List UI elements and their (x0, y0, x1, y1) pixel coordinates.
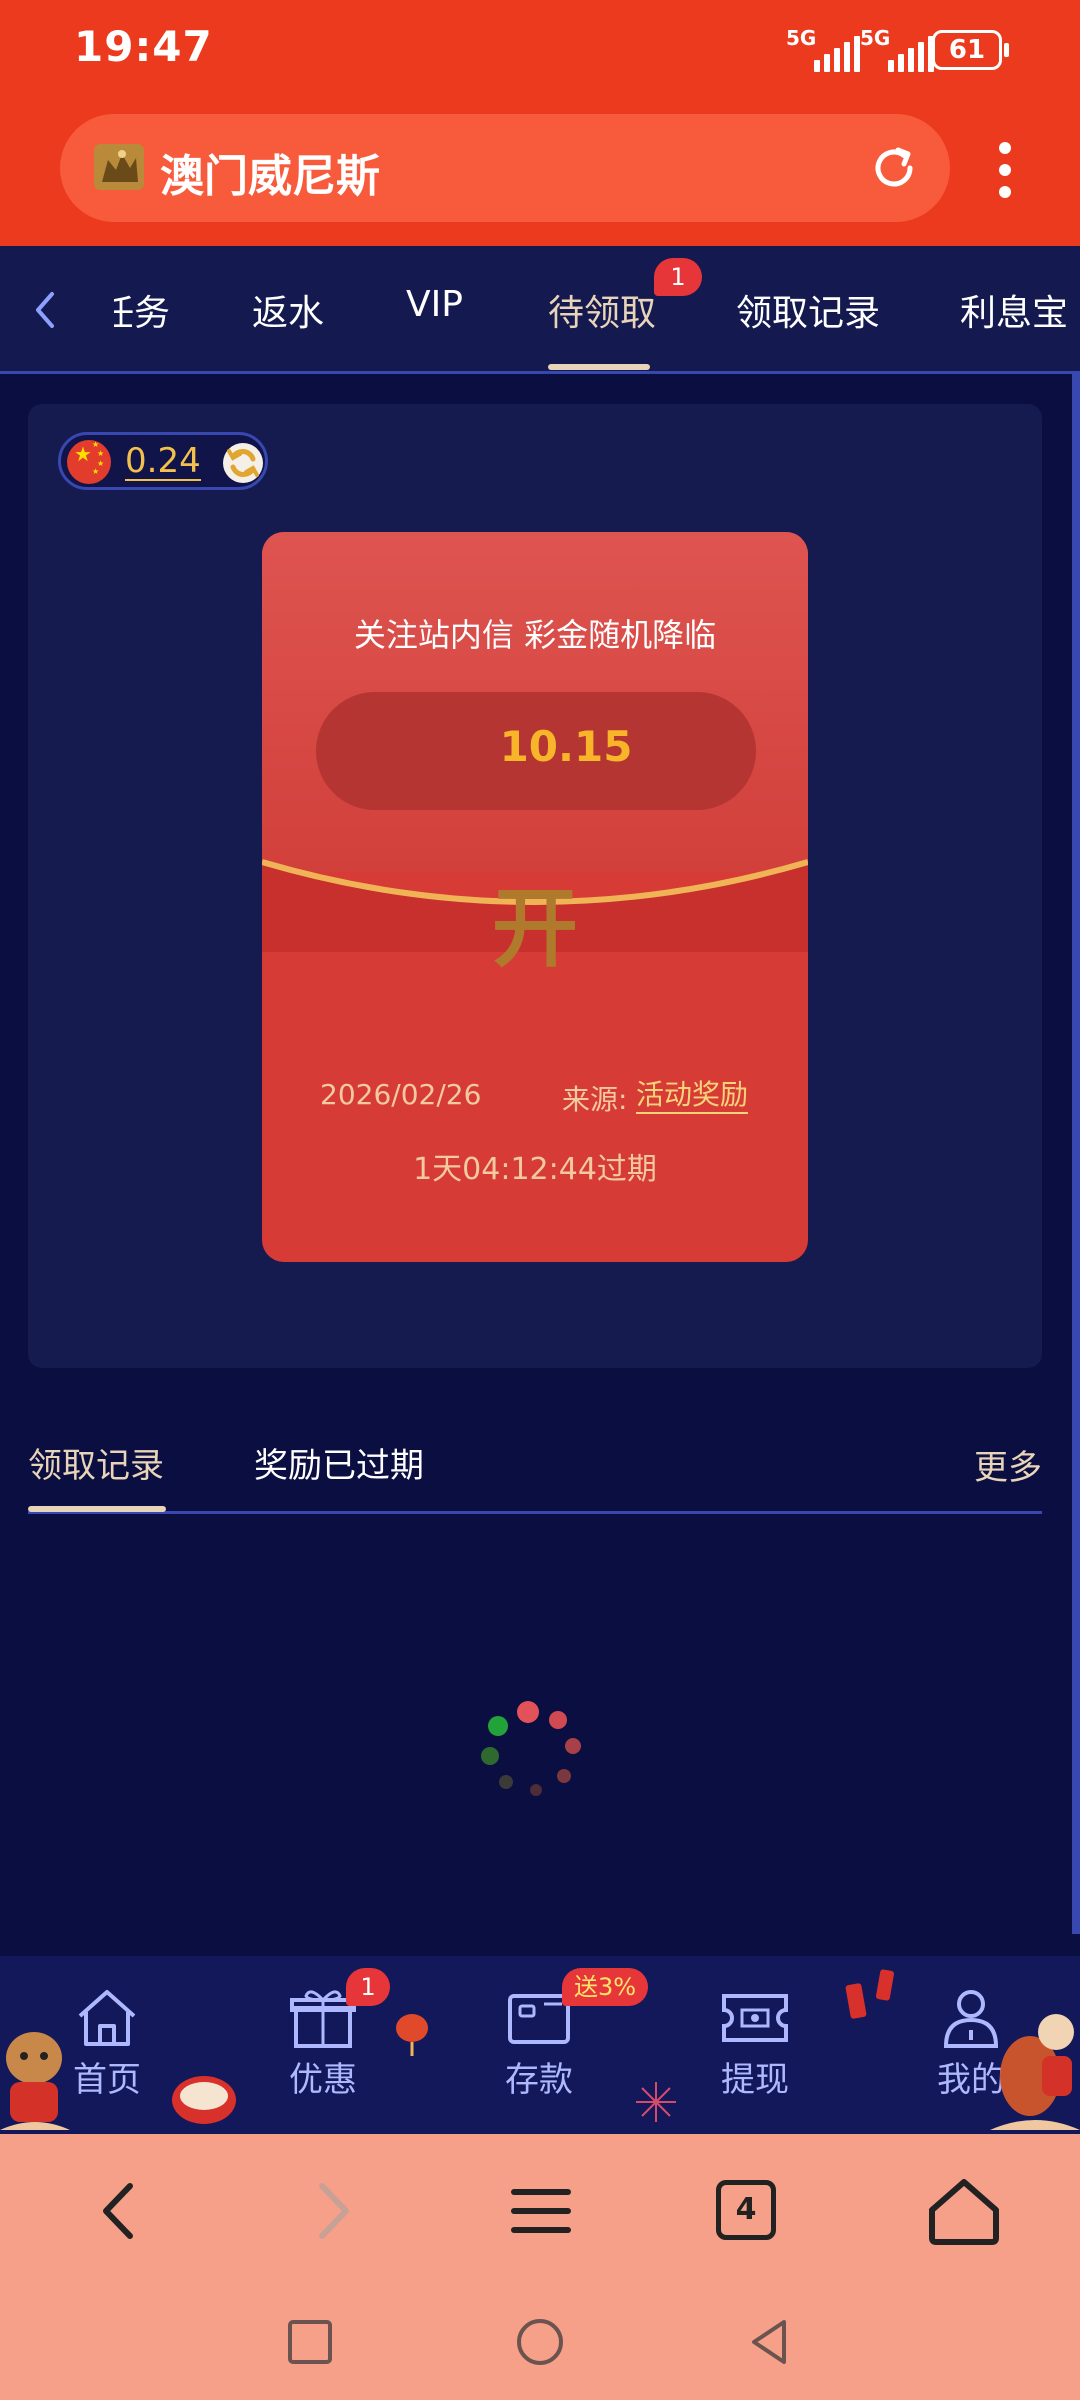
system-nav-bar (0, 2286, 1080, 2400)
more-link[interactable]: 更多 (974, 1440, 1042, 1489)
reload-icon[interactable] (866, 140, 922, 196)
pending-badge: 1 (654, 258, 702, 296)
home-circle-icon[interactable] (514, 2316, 566, 2368)
offers-badge: 1 (346, 1968, 390, 2006)
chevron-left-icon[interactable] (30, 290, 60, 330)
category-tab-bar: 任务 返水 VIP 待领取 1 领取记录 利息宝 (0, 246, 1080, 374)
deposit-bonus-badge: 送3% (562, 1968, 648, 2006)
site-logo-icon (94, 144, 144, 190)
status-bar: 19:47 5G 5G 61 (0, 0, 1080, 100)
tab-rebate[interactable]: 返水 (252, 284, 324, 336)
envelope-source-link[interactable]: 活动奖励 (636, 1078, 749, 1114)
nav-deposit[interactable]: 存款 (464, 1986, 614, 2126)
site-name: 澳门威尼斯 (160, 151, 380, 202)
nav-home[interactable]: 首页 (32, 1986, 182, 2126)
back-arrow-icon[interactable] (86, 2176, 156, 2246)
browser-toolbar: 4 (0, 2134, 1080, 2286)
firework-decoration-icon (636, 2082, 676, 2122)
signal-icon-2: 5G (860, 26, 934, 72)
forward-arrow-icon[interactable] (296, 2176, 366, 2246)
red-envelope-card[interactable]: 关注站内信 彩金随机降临 10.15 开 2026/02/26 来源: 活动奖励… (262, 532, 808, 1262)
drum-decoration-icon (172, 2076, 236, 2124)
envelope-source-label: 来源: (562, 1083, 628, 1116)
envelope-slogan: 关注站内信 彩金随机降临 (353, 616, 717, 654)
back-triangle-icon[interactable] (744, 2316, 796, 2368)
envelope-amount: 10.15 (499, 722, 633, 771)
bottom-nav: 首页 优惠 1 存款 送3% 提现 我的 (0, 1956, 1080, 2134)
menu-icon[interactable] (506, 2176, 576, 2246)
lantern-decoration-icon (396, 2014, 428, 2056)
home-icon (78, 1990, 136, 2046)
tabs-switcher-button[interactable]: 4 (716, 2180, 776, 2240)
page-scrollbar[interactable] (1072, 374, 1080, 1934)
loading-spinner-icon (481, 1701, 581, 1796)
tab-claim-history[interactable]: 领取记录 (736, 284, 880, 336)
records-tab-indicator (28, 1506, 166, 1512)
tab-expired-rewards[interactable]: 奖励已过期 (254, 1438, 424, 1487)
ticket-icon (722, 1994, 788, 2042)
tab-scroll-mask (62, 246, 114, 370)
home-page-icon[interactable] (926, 2176, 1002, 2246)
envelope-date: 2026/02/26 (320, 1078, 482, 1111)
nav-withdraw[interactable]: 提现 (680, 1986, 830, 2126)
tab-vip[interactable]: VIP (406, 284, 463, 325)
balance-chip: ★ ★ ★ ★ ★ 0.24 (58, 432, 268, 490)
envelope-expiry: 1天04:12:44过期 (413, 1152, 657, 1187)
nav-offers[interactable]: 优惠 (248, 1986, 398, 2126)
open-envelope-button[interactable]: 开 (262, 858, 808, 983)
mascot-right-icon (990, 2014, 1080, 2130)
tab-claimed-records[interactable]: 领取记录 (28, 1438, 164, 1487)
envelope-amount-pill: 10.15 (316, 692, 756, 810)
tab-interest[interactable]: 利息宝 (960, 284, 1068, 336)
signal-icon: 5G (786, 26, 860, 72)
china-flag-icon: ★ ★ ★ ★ ★ (67, 440, 111, 484)
recents-square-icon[interactable] (284, 2316, 336, 2368)
tab-pending[interactable]: 待领取 (548, 284, 656, 336)
balance-amount: 0.24 (125, 441, 201, 481)
active-tab-indicator (548, 364, 650, 370)
refresh-balance-icon[interactable] (221, 441, 265, 485)
browser-address-bar: 澳门威尼斯 (0, 100, 1080, 246)
reward-panel: ★ ★ ★ ★ ★ 0.24 关注站内信 彩金随机降临 10.15 开 2026… (28, 404, 1042, 1368)
more-menu-icon[interactable] (990, 140, 1020, 200)
clock: 19:47 (74, 22, 213, 71)
url-field[interactable]: 澳门威尼斯 (60, 114, 950, 222)
records-tab-bar: 领取记录 奖励已过期 更多 (28, 1430, 1042, 1514)
battery-icon: 61 (932, 30, 1009, 70)
